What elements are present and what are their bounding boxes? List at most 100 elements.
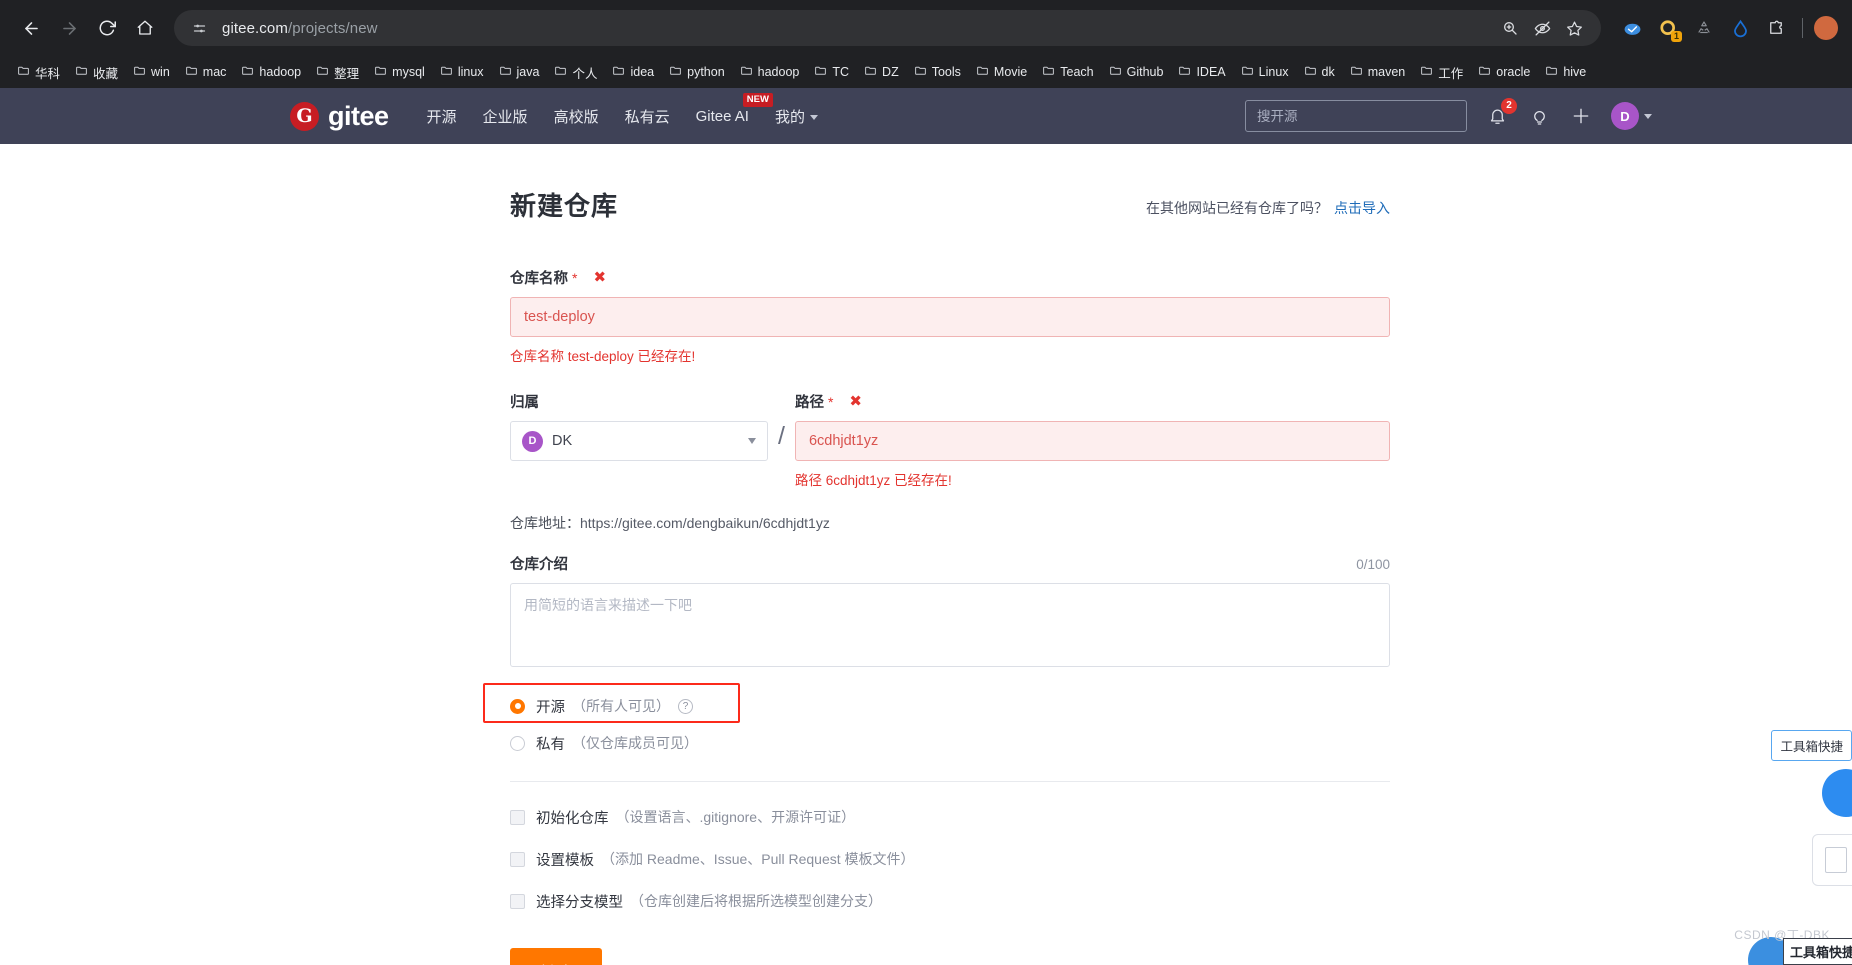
visibility-option-1[interactable]: 开源 （所有人可见）? <box>510 692 1390 720</box>
bookmark-item[interactable]: win <box>126 61 177 83</box>
back-arrow-icon[interactable] <box>14 11 48 45</box>
options-group: 初始化仓库 （设置语言、.gitignore、开源许可证） 设置模板 （添加 Read… <box>510 804 1390 914</box>
plus-icon[interactable] <box>1569 104 1593 128</box>
bookmark-label: hive <box>1563 65 1587 79</box>
owner-select[interactable]: D DK <box>510 421 768 461</box>
radio-button[interactable] <box>510 698 525 714</box>
bookmark-item[interactable]: mac <box>178 61 234 83</box>
bookmark-item[interactable]: oracle <box>1471 61 1537 83</box>
lightbulb-icon[interactable] <box>1527 104 1551 128</box>
bookmark-label: Github <box>1126 65 1164 79</box>
bookmark-item[interactable]: 个人 <box>547 60 604 85</box>
bookmark-item[interactable]: idea <box>605 61 661 83</box>
nav-item-2[interactable]: 企业版 <box>483 106 528 127</box>
checkbox[interactable] <box>510 893 525 909</box>
bookmark-item[interactable]: 工作 <box>1413 60 1470 85</box>
toolbox-float-card[interactable] <box>1812 834 1852 886</box>
nav-item-1[interactable]: 开源 <box>427 106 457 127</box>
bookmark-item[interactable]: Linux <box>1234 61 1296 83</box>
path-error: 路径 6cdhjdt1yz 已经存在! <box>794 473 952 488</box>
bookmark-item[interactable]: Teach <box>1035 61 1100 83</box>
radio-button[interactable] <box>510 735 525 751</box>
bookmark-item[interactable]: hadoop <box>733 61 807 83</box>
path-separator: / <box>778 422 785 450</box>
recycle-extension-icon[interactable] <box>1689 13 1719 43</box>
url-text: gitee.com/projects/new <box>222 20 378 37</box>
nav-item-label: 开源 <box>426 108 457 126</box>
bookmark-item[interactable]: dk <box>1297 61 1342 83</box>
bookmark-item[interactable]: Github <box>1102 61 1171 83</box>
import-link[interactable]: 点击导入 <box>1334 200 1390 216</box>
nav-item-3[interactable]: 高校版 <box>554 106 599 127</box>
nav-item-5[interactable]: Gitee AI NEW <box>696 92 773 125</box>
help-icon[interactable]: ? <box>678 698 693 714</box>
cloud-extension-icon[interactable] <box>1617 13 1647 43</box>
browser-profile-avatar[interactable] <box>1814 16 1838 40</box>
path-input[interactable] <box>794 421 1390 461</box>
nav-item-4[interactable]: 私有云 <box>625 106 670 127</box>
bookmark-label: win <box>151 65 170 79</box>
bookmark-label: 收藏 <box>93 66 119 81</box>
bookmark-item[interactable]: python <box>662 61 732 83</box>
site-settings-icon[interactable] <box>188 17 210 39</box>
bookmark-item[interactable]: hive <box>1538 61 1593 83</box>
bookmark-item[interactable]: hadoop <box>234 61 308 83</box>
toolbox-float-ball[interactable] <box>1822 769 1852 817</box>
visibility-option-2[interactable]: 私有 （仅仓库成员可见） <box>510 729 1390 757</box>
extensions-puzzle-icon[interactable] <box>1761 13 1791 43</box>
toolbox-tooltip: 工具箱快捷 <box>1771 730 1852 761</box>
user-menu[interactable]: D <box>1611 102 1652 130</box>
bookmark-item[interactable]: DZ <box>857 61 906 83</box>
forward-arrow-icon[interactable] <box>52 11 86 45</box>
create-button[interactable]: 创建 <box>510 948 603 965</box>
reload-icon[interactable] <box>90 11 124 45</box>
bookmark-item[interactable]: mysql <box>367 61 432 83</box>
bookmark-item[interactable]: TC <box>807 61 856 83</box>
folder-icon <box>1350 64 1363 80</box>
gitee-main-nav: 开源 企业版 高校版 私有云 Gitee AI NEW 我的 <box>427 92 818 127</box>
folder-icon <box>976 64 989 80</box>
folder-icon <box>740 64 753 80</box>
folder-icon <box>1545 64 1558 80</box>
home-icon[interactable] <box>128 11 162 45</box>
bookmark-item[interactable]: Movie <box>969 61 1034 83</box>
bookmark-item[interactable]: 收藏 <box>68 60 125 85</box>
folder-icon <box>499 64 512 80</box>
option-row-2[interactable]: 设置模板 （添加 Readme、Issue、Pull Request 模板文件） <box>510 846 1390 872</box>
bookmark-item[interactable]: Tools <box>907 61 968 83</box>
description-field: 仓库介绍 0/100 <box>510 553 1390 672</box>
bookmark-item[interactable]: IDEA <box>1171 61 1232 83</box>
checkbox[interactable] <box>510 851 525 867</box>
visibility-label: 开源 <box>536 699 565 716</box>
search-input[interactable] <box>1245 100 1467 132</box>
bookmark-label: 华科 <box>35 66 61 81</box>
bookmark-label: maven <box>1367 65 1406 79</box>
toolbox-card-icon <box>1825 847 1847 873</box>
bookmark-label: Tools <box>931 65 961 79</box>
option-hint: （设置语言、.gitignore、开源许可证） <box>615 809 856 825</box>
bookmark-item[interactable]: java <box>492 61 547 83</box>
repo-name-input[interactable] <box>510 297 1390 337</box>
checkbox[interactable] <box>510 809 525 825</box>
description-textarea[interactable] <box>510 583 1390 667</box>
nav-item-6[interactable]: 我的 <box>775 106 818 127</box>
bell-icon[interactable]: 2 <box>1485 98 1517 128</box>
bookmark-item[interactable]: 华科 <box>10 60 67 85</box>
option-row-3[interactable]: 选择分支模型 （仓库创建后将根据所选模型创建分支） <box>510 888 1390 914</box>
hide-password-icon[interactable] <box>1527 13 1557 43</box>
bookmark-item[interactable]: linux <box>433 61 491 83</box>
bookmark-label: idea <box>630 65 655 79</box>
bookmark-item[interactable]: 整理 <box>309 60 366 85</box>
password-extension-icon[interactable]: 1 <box>1653 13 1683 43</box>
water-drop-extension-icon[interactable] <box>1725 13 1755 43</box>
option-label: 初始化仓库 <box>536 810 609 827</box>
bookmark-star-icon[interactable] <box>1559 13 1589 43</box>
option-row-1[interactable]: 初始化仓库 （设置语言、.gitignore、开源许可证） <box>510 804 1390 830</box>
bookmarks-bar[interactable]: 华科 收藏 win mac hadoop 整理 mysql linux java 个人 idea py… <box>0 56 1852 88</box>
bookmark-item[interactable]: maven <box>1343 61 1413 83</box>
address-bar[interactable]: gitee.com/projects/new <box>174 10 1601 46</box>
repo-name-field: 仓库名称 * ✖ 仓库名称 test-deploy 已经存在! <box>510 267 1390 365</box>
folder-icon <box>1042 64 1055 80</box>
zoom-in-icon[interactable] <box>1495 13 1525 43</box>
gitee-logo[interactable]: G gitee <box>290 101 389 131</box>
